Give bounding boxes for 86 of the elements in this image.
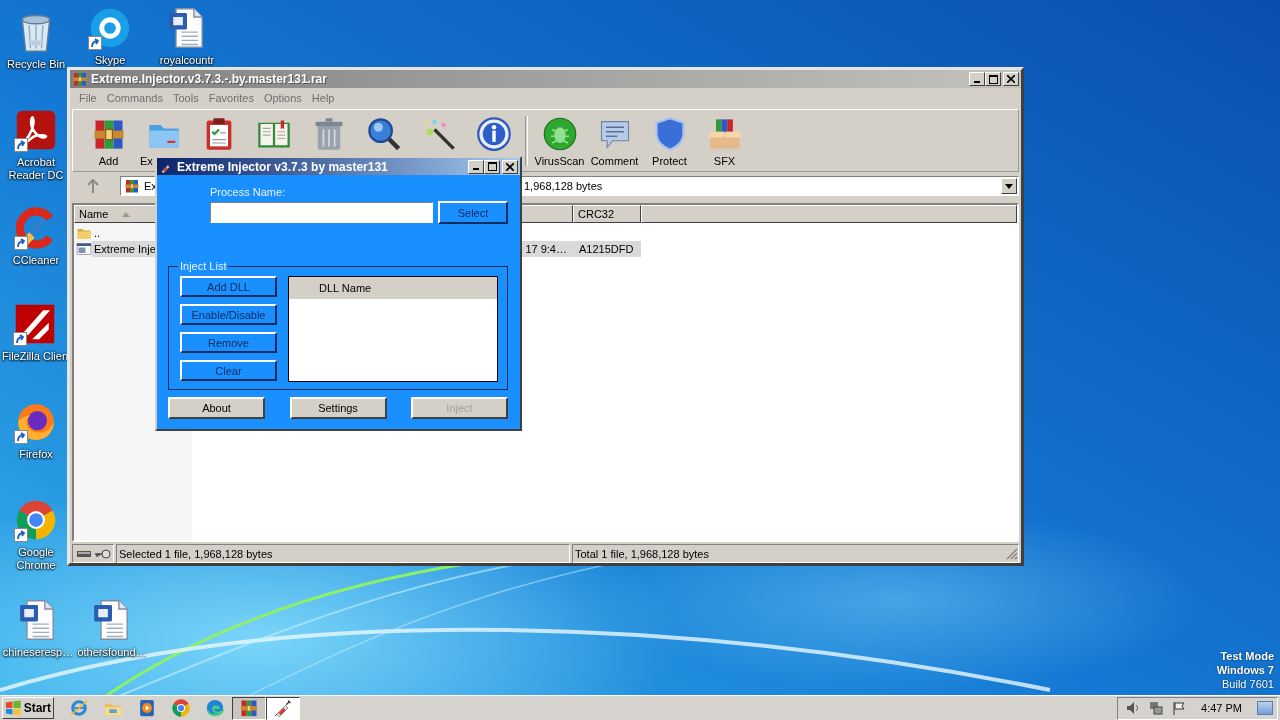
menu-item[interactable]: Help xyxy=(306,91,340,104)
flag-icon[interactable] xyxy=(1172,701,1187,715)
select-button[interactable]: Select xyxy=(438,201,508,224)
resize-grip-icon[interactable] xyxy=(1006,547,1018,560)
table-cell-text: 17 9:4… xyxy=(524,243,568,255)
minimize-icon xyxy=(473,168,479,170)
list-button[interactable]: Remove xyxy=(180,332,277,353)
menu-item[interactable]: File xyxy=(74,91,102,104)
icon-label[interactable]: CCleaner xyxy=(12,254,60,267)
menu-item[interactable]: Commands xyxy=(101,91,168,104)
toolbar-button[interactable]: Comment xyxy=(587,112,642,168)
window-title: Extreme Injector v3.7.3 by master131 xyxy=(177,159,388,174)
icon-label[interactable]: royalcountr xyxy=(159,54,215,67)
maximize-icon xyxy=(988,74,998,84)
toolbar-button[interactable]: VirusScan xyxy=(532,112,587,168)
column-header[interactable]: DLL Name xyxy=(289,277,497,299)
minimize-icon xyxy=(974,80,980,83)
toolbar-button[interactable]: Add xyxy=(81,112,136,168)
maximize-icon xyxy=(487,162,497,171)
archive-icon xyxy=(124,178,140,194)
close-icon xyxy=(506,162,514,171)
os-notice-text: Windows 7 xyxy=(1216,663,1274,677)
browser-icon xyxy=(69,698,89,718)
menu-item[interactable]: Tools xyxy=(168,91,204,104)
minimize-button[interactable] xyxy=(969,72,985,86)
os-notice-text: Build 7601 xyxy=(1222,677,1274,691)
key-icon xyxy=(95,548,111,559)
drive-icon xyxy=(77,550,91,557)
icon-label[interactable]: Recycle Bin xyxy=(6,58,66,71)
process-name-field[interactable] xyxy=(210,202,433,223)
icon-label[interactable]: Acrobat Reader DC xyxy=(5,156,67,182)
up-arrow-icon xyxy=(87,179,99,193)
caret-icon xyxy=(1005,183,1013,189)
box-icon xyxy=(706,116,743,152)
start-button[interactable]: Start xyxy=(2,697,54,719)
maximize-button[interactable] xyxy=(985,72,1001,86)
show-desktop-button[interactable] xyxy=(1257,701,1273,715)
menu-item[interactable]: Options xyxy=(258,91,307,104)
speaker-icon[interactable] xyxy=(1126,701,1141,715)
syringe-icon xyxy=(273,698,293,718)
network-icon[interactable] xyxy=(1149,701,1164,715)
window-title: Extreme.Injector.v3.7.3.-.by.master131.rar xyxy=(91,72,327,86)
close-button[interactable] xyxy=(1003,72,1019,86)
group-title: Inject List xyxy=(178,260,229,273)
archive-icon xyxy=(72,71,88,87)
table-cell-text: A1215DFD xyxy=(578,243,635,255)
taskbar-button[interactable] xyxy=(266,696,300,720)
toolbar-button[interactable]: Protect xyxy=(642,112,697,168)
archive-icon xyxy=(239,698,259,718)
close-icon xyxy=(1007,75,1015,83)
dropdown-button[interactable] xyxy=(1001,178,1017,194)
search-icon xyxy=(365,116,402,152)
list-button[interactable]: Enable/Disable xyxy=(180,304,277,325)
status-text: Selected 1 file, 1,968,128 bytes xyxy=(116,544,570,563)
bug-icon xyxy=(541,116,578,152)
close-button[interactable] xyxy=(502,159,518,174)
program-file-icon xyxy=(76,241,92,257)
dialog-button[interactable]: About xyxy=(168,397,265,419)
dll-list[interactable]: DLL Name xyxy=(288,276,498,382)
column-header[interactable] xyxy=(641,205,1017,223)
column-header[interactable]: CRC32 xyxy=(573,205,641,223)
icon-label[interactable]: Skype xyxy=(94,54,126,67)
toolbar-button[interactable]: SFX xyxy=(697,112,752,168)
info-icon xyxy=(475,116,512,152)
windows-logo-icon xyxy=(5,700,22,716)
maximize-button[interactable] xyxy=(484,159,500,174)
syringe-icon xyxy=(159,159,173,174)
minimize-button[interactable] xyxy=(468,159,484,174)
browser-icon xyxy=(205,698,225,718)
field-label: Process Name: xyxy=(210,186,287,199)
icon-label[interactable]: Google Chrome xyxy=(5,546,67,572)
table-cell-text: Extreme Inje xyxy=(94,243,157,255)
list-button[interactable]: Clear xyxy=(180,360,277,381)
icon-label[interactable]: Firefox xyxy=(19,448,53,461)
menu-item[interactable]: Favorites xyxy=(203,91,259,104)
dialog-button[interactable]: Settings xyxy=(289,397,387,419)
list-button[interactable]: Add DLL xyxy=(180,276,277,297)
os-notice-text: Test Mode xyxy=(1220,649,1274,663)
table-cell-text: .. xyxy=(94,227,102,239)
sort-arrow-icon xyxy=(122,211,131,217)
app-icon[interactable] xyxy=(88,6,132,50)
taskbar-button[interactable] xyxy=(232,696,266,720)
icon-label[interactable]: FileZilla Clien xyxy=(2,350,68,363)
status-text: Total 1 file, 1,968,128 bytes xyxy=(575,547,709,560)
clock[interactable]: 4:47 PM xyxy=(1201,702,1242,714)
browser-icon[interactable] xyxy=(14,498,58,542)
